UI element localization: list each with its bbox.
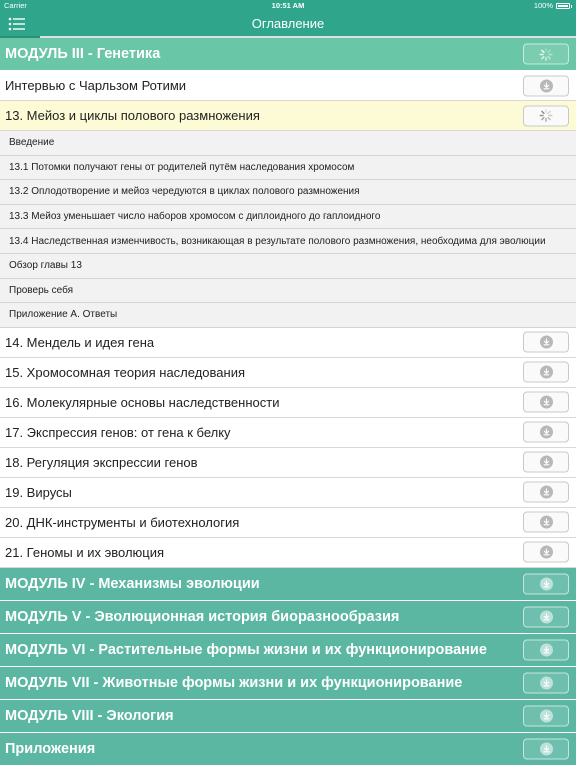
sub-label: 13.2 Оплодотворение и мейоз чередуются в… [9,186,360,198]
module-label: МОДУЛЬ VIII - Экология [5,707,174,724]
download-icon [539,709,553,723]
download-icon [539,515,553,529]
chapter-row[interactable]: 20. ДНК-инструменты и биотехнология [0,507,576,538]
sub-label: Введение [9,137,55,149]
module-row[interactable]: МОДУЛЬ VIII - Экология [0,699,576,733]
section-row[interactable]: 13.4 Наследственная изменчивость, возник… [0,229,576,254]
module-label: МОДУЛЬ III - Генетика [5,46,161,62]
loading-button[interactable] [523,43,569,65]
section-row[interactable]: Проверь себя [0,278,576,304]
chapter-row[interactable]: 16. Молекулярные основы наследственности [0,387,576,418]
download-button[interactable] [523,361,569,383]
chapter-label: 20. ДНК-инструменты и биотехнология [5,514,240,530]
nav-bar: Оглавление [0,12,576,36]
download-icon [539,425,553,439]
battery-icon [556,3,570,9]
sub-label: Приложение А. Ответы [9,309,118,321]
chapter-row[interactable]: 18. Регуляция экспрессии генов [0,447,576,478]
module-row[interactable]: МОДУЛЬ V - Эволюционная история биоразно… [0,600,576,634]
download-icon [539,577,553,591]
section-row[interactable]: Обзор главы 13 [0,253,576,279]
download-icon [539,365,553,379]
section-row[interactable]: Введение [0,131,576,156]
battery-percent: 100% [533,1,553,10]
download-icon [539,742,553,756]
module-label: МОДУЛЬ VII - Животные формы жизни и их ф… [5,674,463,691]
chapter-row[interactable]: 19. Вирусы [0,477,576,508]
module-row[interactable]: МОДУЛЬ III - Генетика [0,38,576,71]
download-button[interactable] [523,421,569,443]
download-button[interactable] [523,451,569,473]
chapter-label: 19. Вирусы [5,484,72,500]
chapter-label: Интервью с Чарльзом Ротими [5,78,187,93]
download-button[interactable] [523,705,569,727]
chapter-label: 13. Мейоз и циклы полового размножения [5,108,260,123]
sub-label: 13.4 Наследственная изменчивость, возник… [9,235,546,247]
module-row[interactable]: МОДУЛЬ VI - Растительные формы жизни и и… [0,633,576,667]
chapter-row[interactable]: Интервью с Чарльзом Ротими [0,71,576,101]
module-row[interactable]: Приложения [0,732,576,766]
loading-spinner-icon [539,108,553,123]
download-button[interactable] [523,481,569,503]
download-icon [539,545,553,559]
download-button[interactable] [523,672,569,694]
section-row[interactable]: 13.3 Мейоз уменьшает число наборов хромо… [0,204,576,230]
download-icon [539,676,553,690]
module-label: Приложения [5,740,96,757]
download-icon [539,643,553,657]
sub-label: Проверь себя [9,284,73,296]
loading-button[interactable] [523,105,569,126]
chapter-label: 16. Молекулярные основы наследственности [5,394,280,410]
download-icon [539,335,553,349]
module-row[interactable]: МОДУЛЬ VII - Животные формы жизни и их ф… [0,666,576,700]
download-button[interactable] [523,639,569,661]
module-label: МОДУЛЬ VI - Растительные формы жизни и и… [5,641,487,658]
status-bar: Carrier 10:51 AM 100% [0,0,576,12]
chapter-label: 21. Геномы и их эволюция [5,544,165,560]
download-button[interactable] [523,541,569,563]
download-icon [539,610,553,624]
battery-indicator: 100% [534,0,572,12]
download-button[interactable] [523,606,569,628]
section-row[interactable]: 13.1 Потомки получают гены от родителей … [0,155,576,181]
download-icon [539,485,553,499]
clock: 10:51 AM [271,1,305,10]
chapter-row[interactable]: 17. Экспрессия генов: от гена к белку [0,417,576,448]
chapter-row[interactable]: 21. Геномы и их эволюция [0,537,576,568]
download-button[interactable] [523,738,569,760]
download-button[interactable] [523,331,569,353]
page-title: Оглавление [251,16,325,31]
download-button[interactable] [523,75,569,96]
download-icon [539,455,553,469]
chapter-label: 17. Экспрессия генов: от гена к белку [5,424,231,440]
sub-label: Обзор главы 13 [9,260,82,272]
download-icon [539,79,553,92]
section-row[interactable]: Приложение А. Ответы [0,303,576,328]
chapter-label: 15. Хромосомная теория наследования [5,364,245,380]
chapter-row[interactable]: 13. Мейоз и циклы полового размножения [0,101,576,131]
download-button[interactable] [523,511,569,533]
download-button[interactable] [523,573,569,595]
module-row[interactable]: МОДУЛЬ IV - Механизмы эволюции [0,567,576,601]
download-icon [539,395,553,409]
chapter-row[interactable]: 14. Мендель и идея гена [0,327,576,358]
table-of-contents: МОДУЛЬ III - Генетика Интервью с Чарльзом… [0,38,576,766]
sub-label: 13.1 Потомки получают гены от родителей … [9,161,355,173]
chapter-label: 18. Регуляция экспрессии генов [5,454,198,470]
sub-label: 13.3 Мейоз уменьшает число наборов хромо… [9,211,381,223]
download-button[interactable] [523,391,569,413]
module-label: МОДУЛЬ IV - Механизмы эволюции [5,575,260,592]
section-row[interactable]: 13.2 Оплодотворение и мейоз чередуются в… [0,180,576,205]
module-label: МОДУЛЬ V - Эволюционная история биоразно… [5,608,400,625]
chapter-label: 14. Мендель и идея гена [5,334,155,350]
chapter-row[interactable]: 15. Хромосомная теория наследования [0,357,576,388]
loading-spinner-icon [539,47,553,61]
